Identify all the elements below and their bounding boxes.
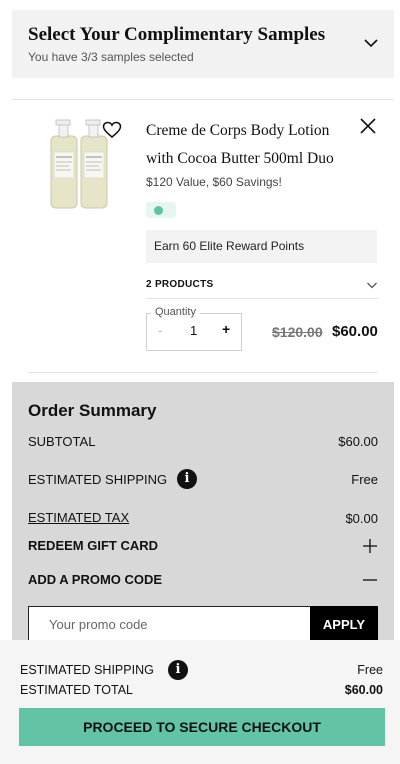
divider	[28, 372, 378, 373]
swatch-dot	[154, 206, 163, 215]
plus-icon[interactable]	[362, 538, 378, 554]
rewards-text: Earn 60 Elite Reward Points	[154, 239, 305, 253]
original-price: $120.00	[272, 324, 323, 340]
minus-icon[interactable]	[362, 572, 378, 588]
apply-button[interactable]: APPLY	[310, 606, 378, 642]
samples-subtitle: You have 3/3 samples selected	[28, 50, 194, 64]
subtotal-value: $60.00	[338, 434, 378, 449]
footer-total-value: $60.00	[344, 683, 383, 697]
quantity-increment-button[interactable]: +	[222, 321, 230, 337]
samples-panel[interactable]: Select Your Complimentary Samples You ha…	[12, 10, 394, 78]
product-swatch	[146, 202, 176, 218]
footer-shipping-value: Free	[357, 663, 383, 677]
order-summary-title: Order Summary	[28, 401, 157, 420]
divider	[12, 99, 394, 100]
quantity-value[interactable]: 1	[190, 323, 197, 338]
quantity-decrement-button[interactable]: -	[158, 322, 163, 338]
sale-price: $60.00	[332, 323, 378, 340]
info-icon[interactable]: i	[168, 660, 188, 680]
products-label: 2 PRODUCTS	[146, 279, 214, 290]
divider	[146, 298, 378, 299]
estimated-shipping-label: ESTIMATED SHIPPING	[28, 472, 168, 487]
quantity-label: Quantity	[151, 306, 200, 318]
info-icon[interactable]: i	[177, 469, 197, 489]
heart-icon[interactable]	[102, 121, 122, 139]
promo-code-input[interactable]	[28, 606, 310, 642]
footer-shipping-label: ESTIMATED SHIPPING	[20, 663, 154, 677]
products-toggle[interactable]: 2 PRODUCTS	[146, 278, 378, 294]
rewards-banner: Earn 60 Elite Reward Points	[146, 230, 377, 263]
subtotal-label: SUBTOTAL	[28, 434, 96, 449]
estimated-shipping-value: Free	[351, 472, 378, 487]
add-promo-code-toggle[interactable]: ADD A PROMO CODE	[28, 572, 162, 587]
chevron-down-icon	[367, 282, 377, 289]
estimated-tax-value: $0.00	[345, 511, 378, 526]
samples-title: Select Your Complimentary Samples	[28, 24, 326, 45]
proceed-to-checkout-button[interactable]: PROCEED TO SECURE CHECKOUT	[19, 708, 385, 746]
footer-total-label: ESTIMATED TOTAL	[20, 683, 133, 697]
estimated-tax-link[interactable]: ESTIMATED TAX	[28, 510, 129, 525]
redeem-gift-card-toggle[interactable]: REDEEM GIFT CARD	[28, 538, 158, 553]
chevron-down-icon[interactable]	[362, 34, 380, 52]
product-name[interactable]: Creme de Corps Body Lotion with Cocoa Bu…	[146, 117, 356, 173]
product-value-text: $120 Value, $60 Savings!	[146, 175, 282, 189]
close-icon[interactable]	[358, 116, 378, 136]
